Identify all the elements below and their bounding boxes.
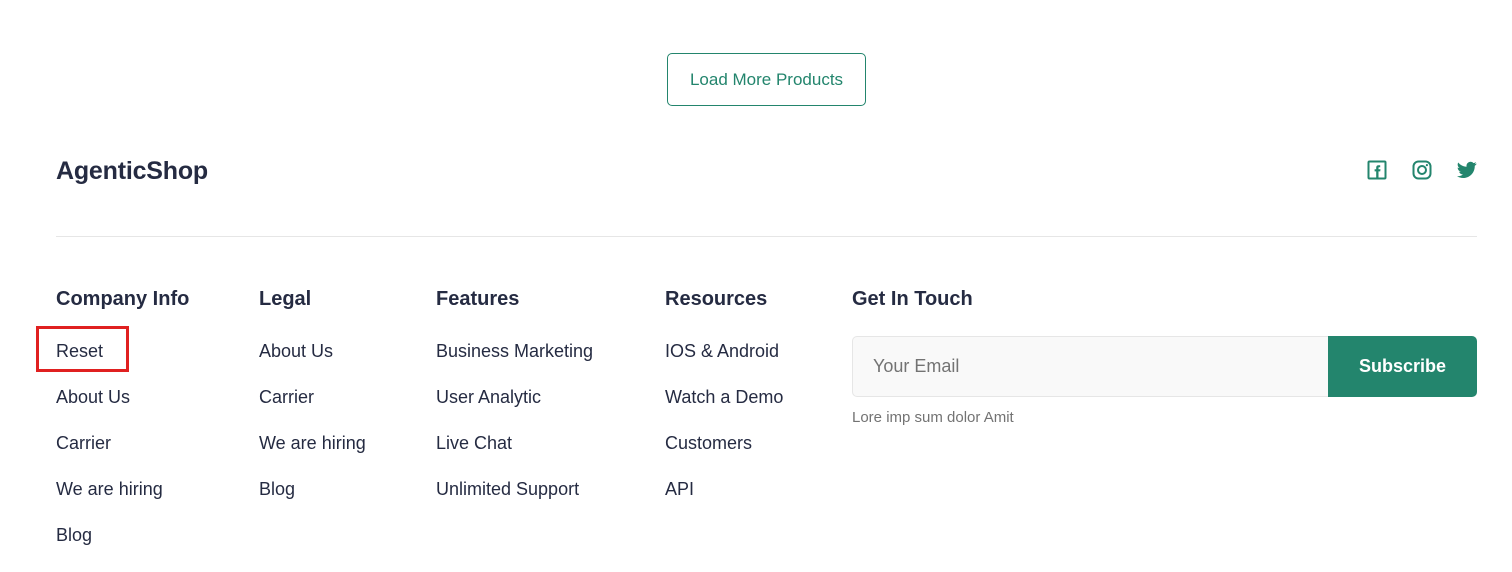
legal-column: Legal About Us Carrier We are hiring Blo… [259, 286, 366, 524]
features-link-user-analytic[interactable]: User Analytic [436, 387, 541, 407]
brand-logo[interactable]: AgenticShop [56, 155, 208, 187]
get-in-touch-heading: Get In Touch [852, 288, 973, 310]
resources-column: Resources IOS & Android Watch a Demo Cus… [665, 286, 783, 524]
subscribe-button[interactable]: Subscribe [1328, 336, 1477, 397]
social-links [1366, 159, 1477, 180]
features-link-unlimited-support[interactable]: Unlimited Support [436, 479, 579, 499]
facebook-icon[interactable] [1366, 159, 1387, 180]
twitter-icon[interactable] [1456, 159, 1477, 180]
resources-heading: Resources [665, 288, 768, 310]
company-info-heading: Company Info [56, 288, 190, 310]
company-link-reset[interactable]: Reset [56, 341, 103, 361]
subscribe-note: Lore imp sum dolor Amit [852, 409, 1014, 426]
get-in-touch-column: Get In Touch [852, 286, 973, 340]
company-link-we-are-hiring[interactable]: We are hiring [56, 479, 163, 499]
instagram-icon[interactable] [1411, 159, 1432, 180]
features-heading: Features [436, 288, 520, 310]
features-link-business-marketing[interactable]: Business Marketing [436, 341, 593, 361]
load-more-products-button[interactable]: Load More Products [667, 53, 866, 106]
company-link-blog[interactable]: Blog [56, 525, 92, 545]
legal-link-blog[interactable]: Blog [259, 479, 295, 499]
features-link-live-chat[interactable]: Live Chat [436, 433, 512, 453]
legal-link-carrier[interactable]: Carrier [259, 387, 314, 407]
resources-link-ios-android[interactable]: IOS & Android [665, 341, 779, 361]
legal-heading: Legal [259, 288, 312, 310]
footer-divider [56, 236, 1477, 237]
features-column: Features Business Marketing User Analyti… [436, 286, 593, 524]
company-link-about-us[interactable]: About Us [56, 387, 130, 407]
email-input[interactable] [852, 336, 1328, 397]
resources-link-api[interactable]: API [665, 479, 694, 499]
legal-link-about-us[interactable]: About Us [259, 341, 333, 361]
resources-link-customers[interactable]: Customers [665, 433, 752, 453]
legal-link-we-are-hiring[interactable]: We are hiring [259, 433, 366, 453]
resources-link-watch-a-demo[interactable]: Watch a Demo [665, 387, 783, 407]
company-info-column: Company Info Reset About Us Carrier We a… [56, 286, 189, 570]
subscribe-form: Subscribe [852, 336, 1477, 397]
company-link-carrier[interactable]: Carrier [56, 433, 111, 453]
